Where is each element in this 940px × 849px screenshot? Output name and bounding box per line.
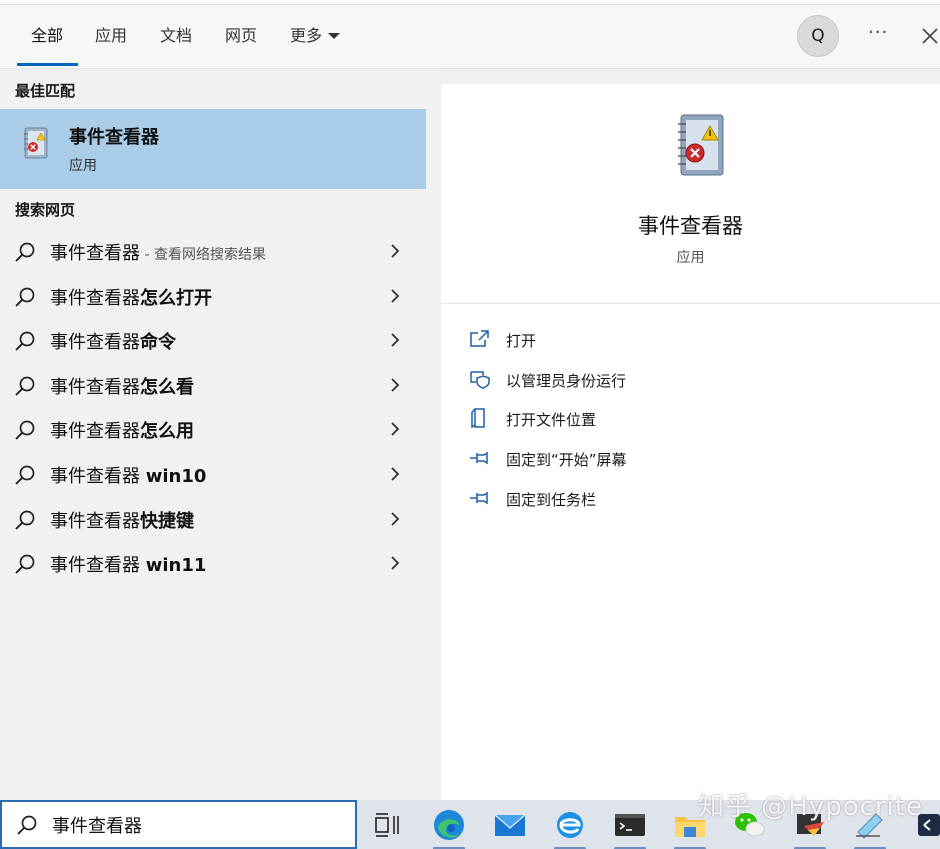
search-icon bbox=[15, 242, 35, 262]
task-view-button[interactable] bbox=[367, 806, 407, 844]
best-match-item[interactable]: 事件查看器 应用 bbox=[0, 109, 426, 189]
terminal-icon bbox=[615, 814, 645, 836]
open-action[interactable]: 打开 bbox=[469, 327, 769, 355]
search-icon bbox=[15, 376, 35, 396]
active-tab-indicator bbox=[17, 63, 78, 66]
detail-subtitle: 应用 bbox=[676, 250, 705, 266]
search-icon bbox=[17, 815, 37, 835]
tab-more-label: 更多 bbox=[290, 26, 323, 45]
web-search-label: 事件查看器 win10 bbox=[50, 466, 207, 487]
chevron-right-icon bbox=[391, 378, 400, 392]
web-search-item[interactable]: 事件查看器怎么用 bbox=[0, 407, 426, 451]
close-button[interactable] bbox=[920, 24, 940, 48]
shield-icon bbox=[470, 371, 490, 389]
web-search-label: 事件查看器怎么看 bbox=[50, 377, 194, 398]
web-search-label: 事件查看器怎么用 bbox=[50, 421, 194, 442]
web-search-label: 事件查看器 win11 bbox=[50, 555, 207, 576]
event-viewer-icon bbox=[678, 114, 724, 176]
task-view-icon bbox=[375, 813, 399, 837]
chevron-right-icon bbox=[391, 556, 400, 570]
window-top-edge bbox=[0, 0, 940, 5]
chevron-right-icon bbox=[391, 422, 400, 436]
chevron-right-icon bbox=[391, 467, 400, 481]
divider bbox=[441, 303, 940, 304]
web-search-heading: 搜索网页 bbox=[15, 201, 76, 219]
web-search-item[interactable]: 事件查看器快捷键 bbox=[0, 497, 426, 541]
open-icon bbox=[470, 330, 489, 347]
web-search-label: 事件查看器 - 查看网络搜索结果 bbox=[50, 243, 266, 264]
taskbar-edge[interactable] bbox=[429, 806, 469, 849]
chevron-down-icon bbox=[328, 32, 341, 39]
more-options-button[interactable]: ··· bbox=[868, 22, 894, 48]
mail-icon bbox=[494, 814, 526, 836]
taskbar-ie[interactable] bbox=[550, 806, 590, 849]
web-search-item[interactable]: 事件查看器命令 bbox=[0, 318, 426, 362]
pin-to-taskbar-action[interactable]: 固定到任务栏 bbox=[469, 486, 769, 514]
avatar[interactable]: Q bbox=[797, 15, 839, 57]
tab-more[interactable]: 更多 bbox=[290, 24, 341, 48]
search-icon bbox=[15, 554, 35, 574]
web-search-item[interactable]: 事件查看器 - 查看网络搜索结果 bbox=[0, 229, 426, 273]
pin-icon bbox=[470, 491, 488, 505]
open-action-label: 打开 bbox=[506, 332, 537, 350]
pin-to-start-label: 固定到“开始”屏幕 bbox=[506, 451, 627, 469]
web-search-label: 事件查看器命令 bbox=[50, 332, 176, 353]
pin-icon bbox=[470, 451, 488, 465]
results-pane: 最佳匹配 事件查看器 应用 搜索网页 事件查看器 - 查看网络搜索结果 事件查看… bbox=[0, 69, 440, 800]
run-as-admin-label: 以管理员身份运行 bbox=[506, 372, 627, 390]
watermark: 知乎 @Hypocrite bbox=[698, 792, 924, 822]
web-search-item[interactable]: 事件查看器怎么打开 bbox=[0, 274, 426, 318]
best-match-title: 事件查看器 bbox=[69, 127, 159, 148]
run-as-admin-action[interactable]: 以管理员身份运行 bbox=[469, 367, 769, 395]
tab-bar: 全部 应用 文档 网页 更多 Q ··· bbox=[0, 0, 940, 69]
search-window: 全部 应用 文档 网页 更多 Q ··· 最佳匹配 事件查看器 应用 搜索网页 … bbox=[0, 0, 940, 849]
best-match-subtitle: 应用 bbox=[69, 158, 97, 174]
best-match-heading: 最佳匹配 bbox=[15, 82, 76, 100]
taskbar-terminal[interactable] bbox=[610, 806, 650, 849]
taskbar-search-box[interactable]: 事件查看器 bbox=[0, 800, 357, 849]
chevron-right-icon bbox=[391, 244, 400, 258]
search-icon bbox=[15, 510, 35, 530]
search-icon bbox=[15, 331, 35, 351]
open-file-location-label: 打开文件位置 bbox=[506, 411, 597, 429]
pin-to-start-action[interactable]: 固定到“开始”屏幕 bbox=[469, 446, 769, 474]
search-input[interactable]: 事件查看器 bbox=[52, 812, 142, 838]
taskbar-mail[interactable] bbox=[490, 806, 530, 844]
search-icon bbox=[15, 420, 35, 440]
chevron-right-icon bbox=[391, 333, 400, 347]
web-search-item[interactable]: 事件查看器 win10 bbox=[0, 452, 426, 496]
ie-icon bbox=[557, 812, 583, 838]
web-search-label: 事件查看器怎么打开 bbox=[50, 288, 212, 309]
pin-to-taskbar-label: 固定到任务栏 bbox=[506, 491, 597, 509]
detail-title: 事件查看器 bbox=[638, 214, 743, 238]
tab-documents[interactable]: 文档 bbox=[160, 24, 192, 48]
web-search-label: 事件查看器快捷键 bbox=[50, 511, 194, 532]
open-file-location-action[interactable]: 打开文件位置 bbox=[469, 406, 769, 434]
chevron-right-icon bbox=[391, 289, 400, 303]
search-icon bbox=[15, 287, 35, 307]
edge-icon bbox=[434, 810, 464, 840]
detail-pane: 事件查看器 应用 打开 以管理员身份运行 打开文件位置 固定到“开始”屏幕 固定… bbox=[441, 84, 940, 800]
event-viewer-icon bbox=[24, 127, 48, 159]
tab-web[interactable]: 网页 bbox=[225, 24, 257, 48]
tab-apps[interactable]: 应用 bbox=[95, 24, 127, 48]
file-location-icon bbox=[471, 408, 485, 428]
web-search-item[interactable]: 事件查看器怎么看 bbox=[0, 363, 426, 407]
close-icon bbox=[922, 28, 938, 44]
chevron-right-icon bbox=[391, 512, 400, 526]
web-search-item[interactable]: 事件查看器 win11 bbox=[0, 541, 426, 585]
tab-all[interactable]: 全部 bbox=[31, 24, 63, 48]
search-icon bbox=[15, 465, 35, 485]
